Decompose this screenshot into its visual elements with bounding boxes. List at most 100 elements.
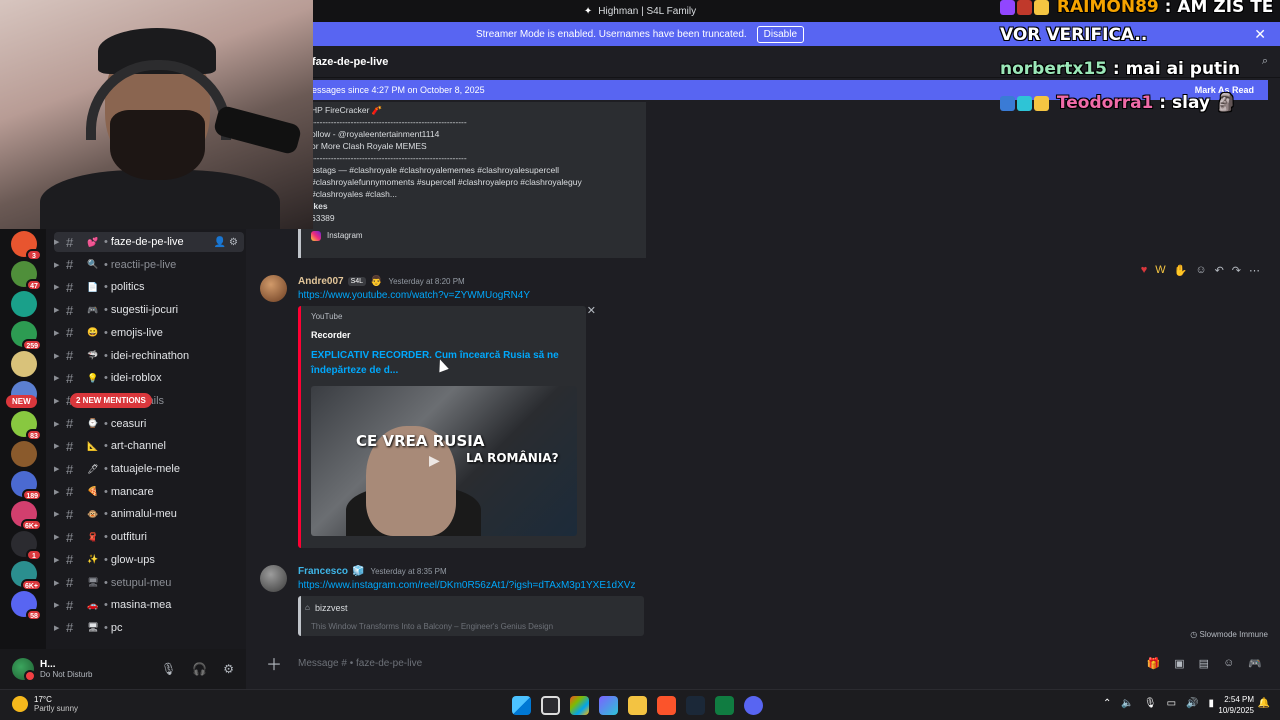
channel-item-mancare[interactable]: ▶ # 🍕 • mancare [54, 482, 244, 502]
author-name[interactable]: Andre007 [298, 276, 344, 287]
server-icon[interactable]: 58 [11, 591, 42, 621]
message-link[interactable]: https://www.youtube.com/watch?v=ZYWMUogR… [298, 290, 530, 301]
channel-item-ceasuri[interactable]: ▶ # ⌚ • ceasuri [54, 414, 244, 434]
server-icon[interactable]: 189 [11, 471, 42, 501]
channel-item-art-channel[interactable]: ▶ # 📐 • art-channel [54, 436, 244, 456]
avatar[interactable] [260, 565, 287, 592]
channel-item-idei-rechinathon[interactable]: ▶ # 🦈 • idei-rechinathon [54, 346, 244, 366]
user-avatar[interactable] [12, 658, 36, 682]
channel-item-politics[interactable]: ▶ # 📄 • politics [54, 277, 244, 297]
avatar[interactable] [260, 275, 287, 302]
headphones-icon[interactable]: 🎧 [192, 662, 207, 676]
channel-label: reactii-pe-live [110, 258, 177, 271]
server-icon[interactable]: 83 [11, 411, 42, 441]
network-icon[interactable]: ▭ [1167, 698, 1176, 709]
file-explorer-icon[interactable] [628, 696, 647, 715]
hash-icon: # [66, 302, 74, 318]
weather-desc: Partly sunny [34, 704, 79, 713]
embed-provider[interactable]: YouTube [311, 312, 342, 321]
user-name[interactable]: H... [40, 659, 92, 670]
channel-emoji-icon: ✨ [87, 554, 99, 565]
apps-icon[interactable]: 🎮 [1248, 657, 1262, 670]
mic-tray-icon[interactable]: 🎙 [1144, 698, 1157, 709]
channel-item-glow-ups[interactable]: ▶ # ✨ • glow-ups [54, 550, 244, 570]
channel-item-masina-mea[interactable]: ▶ # 🚗 • masina-mea [54, 595, 244, 615]
reaction-icon[interactable]: ✋ [1174, 264, 1188, 277]
channel-item-setupul-meu[interactable]: ▶ # 🖥 • setupul-meu [54, 573, 244, 593]
separator: • [104, 463, 108, 475]
channel-settings-icon[interactable]: ⚙ [229, 237, 238, 248]
author-name[interactable]: Francesco [298, 566, 348, 577]
taskbar-clock[interactable]: 2:54 PM 10/9/2025 [1218, 694, 1254, 716]
settings-gear-icon[interactable]: ⚙ [223, 662, 234, 676]
channel-item-sugestii-jocuri[interactable]: ▶ # 🎮 • sugestii-jocuri [54, 300, 244, 320]
excel-icon[interactable] [715, 696, 734, 715]
windows-taskbar: 17°C Partly sunny ⌃ 🔈 🎙 ▭ 🔊 ▮ 2:54 PM 10… [0, 689, 1280, 720]
add-member-icon[interactable]: 👤 [214, 237, 226, 248]
plus-icon[interactable]: ＋ [266, 651, 282, 675]
server-icon[interactable]: 1 [11, 531, 42, 561]
slowmode-text: Slowmode Immune [1199, 630, 1268, 639]
overlay-text: : AM ZIS TE [1158, 0, 1274, 17]
app-icon: ✦ [583, 5, 593, 17]
embed-author[interactable]: Recorder [311, 330, 351, 340]
new-mentions-pill[interactable]: 2 NEW MENTIONS [70, 393, 152, 408]
overlay-username: norbertx15 [1000, 59, 1107, 79]
embed-author[interactable]: bizzvest [315, 603, 348, 613]
server-icon[interactable] [11, 351, 37, 377]
separator: • [104, 417, 108, 430]
sticker-icon[interactable]: ▤ [1199, 657, 1209, 670]
volume-icon[interactable]: 🔊 [1186, 698, 1198, 709]
instagram-icon [311, 231, 321, 241]
start-button-icon[interactable] [512, 696, 531, 715]
channel-item-pc[interactable]: ▶ # 🖥 • pc [54, 618, 244, 638]
chevron-up-icon[interactable]: ⌃ [1103, 698, 1111, 709]
server-icon[interactable]: 259 [11, 321, 42, 351]
emoji-icon[interactable]: ☺ [1223, 657, 1234, 670]
store-icon[interactable] [570, 696, 589, 715]
server-icon[interactable]: 3 [11, 231, 42, 261]
channel-item-outfituri[interactable]: ▶ # 🧣 • outfituri [54, 527, 244, 547]
server-icon[interactable]: 6K+ [11, 561, 42, 591]
w-reaction-icon[interactable]: W [1155, 264, 1165, 277]
notification-bell-icon[interactable]: 🔔 [1258, 698, 1270, 709]
gif-icon[interactable]: ▣ [1174, 657, 1184, 670]
brave-browser-icon[interactable] [657, 696, 676, 715]
gift-icon[interactable]: 🎁 [1147, 657, 1161, 670]
steam-icon[interactable] [686, 696, 705, 715]
channel-item-idei-roblox[interactable]: ▶ # 💡 • idei-roblox [54, 368, 244, 388]
overlay-chat-line: RAIMON89 : AM ZIS TE [1000, 0, 1273, 17]
add-reaction-icon[interactable]: ☺ [1195, 264, 1206, 277]
channel-label: mancare [110, 485, 154, 498]
message-link[interactable]: https://www.instagram.com/reel/DKm0R56zA… [298, 580, 635, 591]
webcam-overlay [0, 0, 313, 229]
channel-item-tatuajele-mele[interactable]: ▶ # 🖊 • tatuajele-mele [54, 459, 244, 479]
channel-item-animalul-meu[interactable]: ▶ # 🐵 • animalul-meu [54, 504, 244, 524]
disable-streamer-mode-button[interactable]: Disable [756, 25, 805, 43]
channel-item-faze-de-pe-live[interactable]: ▶ # 💕 • faze-de-pe-live 👤 ⚙ [54, 232, 244, 252]
remove-embed-icon[interactable]: ✕ [587, 304, 596, 317]
discord-icon[interactable] [744, 696, 763, 715]
separator: • [104, 349, 108, 362]
reply-icon[interactable]: ↶ [1215, 264, 1224, 277]
task-view-icon[interactable] [541, 696, 560, 715]
server-icon[interactable]: 6K+ [11, 501, 42, 531]
forward-icon[interactable]: ↷ [1232, 264, 1241, 277]
weather-widget[interactable]: 17°C Partly sunny [12, 695, 78, 713]
speaker-icon[interactable]: 🔈 [1121, 698, 1133, 709]
copilot-icon[interactable] [599, 696, 618, 715]
channel-item-reactii-pe-live[interactable]: ▶ # 🔍 • reactii-pe-live [54, 255, 244, 275]
server-icon[interactable] [11, 441, 37, 467]
heart-icon[interactable]: ♥ [1141, 264, 1148, 277]
server-icon[interactable]: 47 [11, 261, 42, 291]
channel-item-emojis-live[interactable]: ▶ # 😀 • emojis-live [54, 323, 244, 343]
more-icon[interactable]: ⋯ [1249, 264, 1260, 277]
message-input[interactable]: Message # • faze-de-pe-live [298, 658, 422, 669]
video-thumbnail[interactable]: CE VREA RUSIA LA ROMÂNIA? ▶ [311, 386, 577, 536]
guild-tag[interactable]: S4L [347, 277, 367, 286]
server-icon[interactable] [11, 291, 37, 317]
play-icon[interactable]: ▶ [429, 452, 440, 469]
battery-icon[interactable]: ▮ [1208, 698, 1214, 709]
microphone-icon[interactable]: 🎙 [161, 662, 176, 676]
new-servers-pill[interactable]: NEW [6, 395, 37, 408]
